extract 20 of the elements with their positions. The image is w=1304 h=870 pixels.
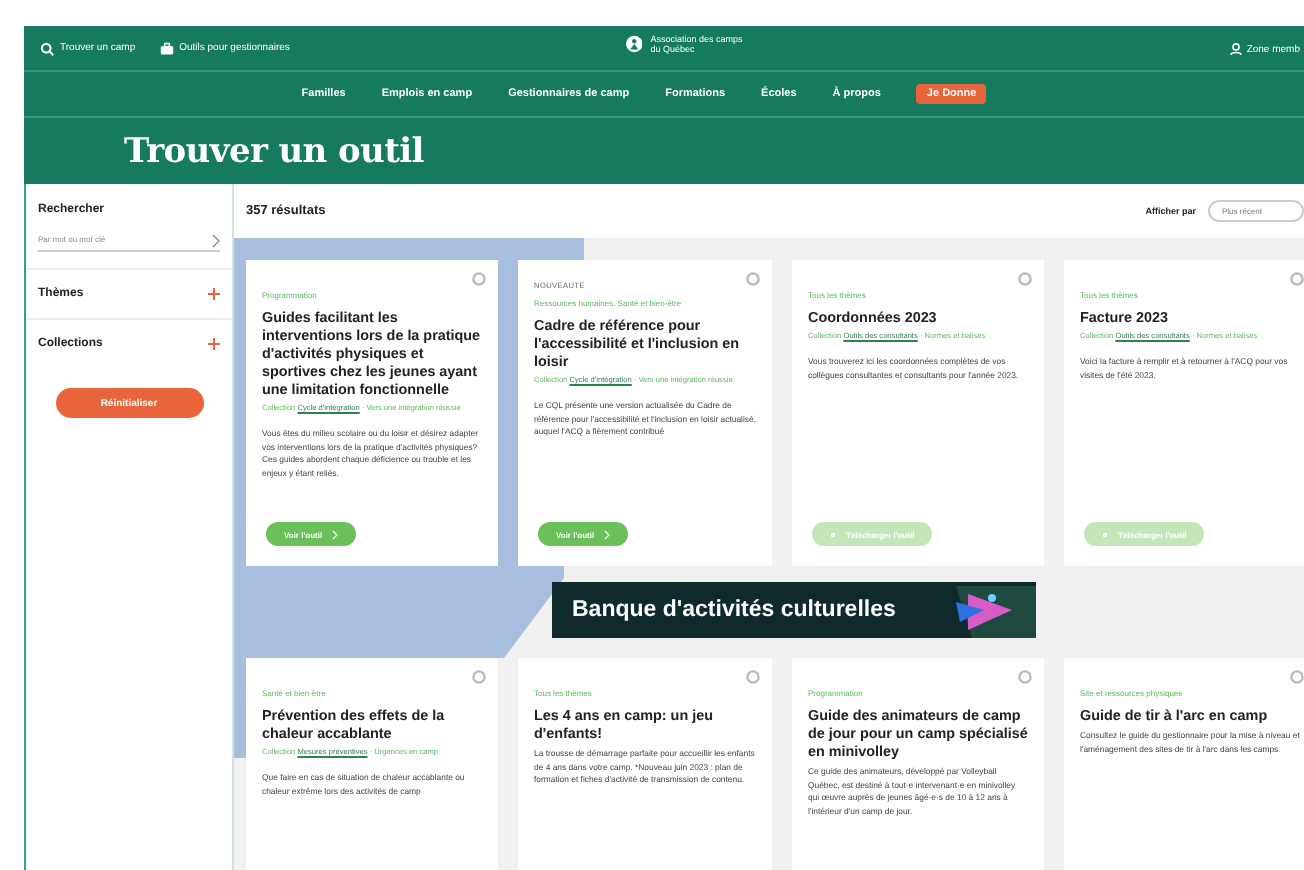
bookmark-icon[interactable] [472, 670, 486, 684]
bookmark-icon[interactable] [746, 272, 760, 286]
dot-icon [1102, 531, 1108, 537]
banner-decoration-drawing [956, 582, 1036, 638]
briefcase-icon [159, 41, 174, 55]
bookmark-icon[interactable] [1290, 670, 1304, 684]
page-title: Trouver un outil [122, 129, 426, 175]
chevron-right-icon [604, 529, 611, 539]
search-icon [40, 41, 54, 55]
chevron-right-icon [332, 529, 339, 539]
promo-banner[interactable]: Banque d'activités culturelles [552, 582, 1036, 638]
bookmark-icon[interactable] [1018, 272, 1032, 286]
dot-icon [830, 531, 836, 537]
bookmark-icon[interactable] [746, 670, 760, 684]
logo-icon[interactable] [626, 32, 643, 56]
bookmark-icon[interactable] [1018, 670, 1032, 684]
bookmark-icon[interactable] [472, 272, 486, 286]
chevron-right-icon [212, 234, 220, 248]
user-icon [1230, 42, 1243, 56]
bookmark-icon[interactable] [1290, 272, 1304, 286]
